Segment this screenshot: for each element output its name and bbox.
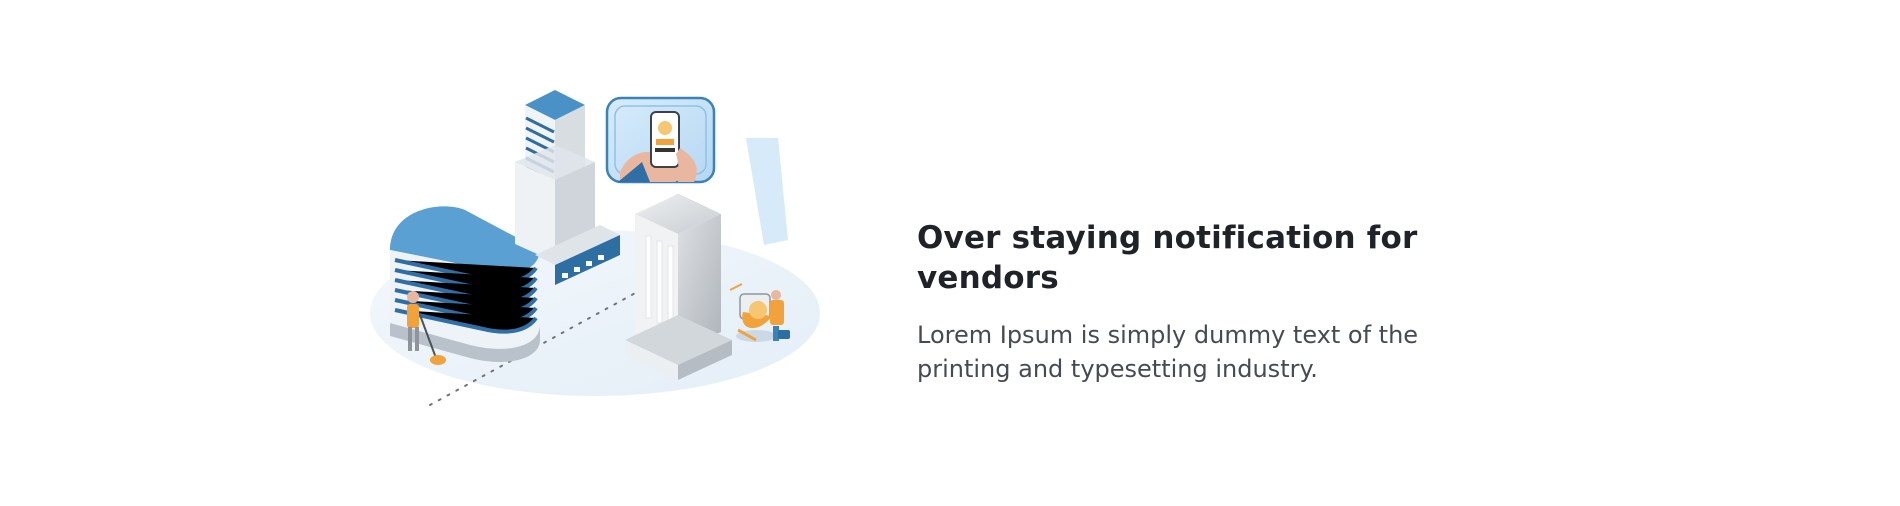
isometric-city-notification-illustration [370,90,820,406]
gray-office-tower [625,194,732,380]
phone-notification-card [605,96,716,184]
feature-copy: Over staying notification for vendors Lo… [917,218,1537,386]
notification-beam [746,138,788,245]
feature-title: Over staying notification for vendors [917,220,1418,296]
feature-section: Over staying notification for vendors Lo… [0,0,1900,506]
feature-description: Lorem Ipsum is simply dummy text of the … [917,321,1419,383]
